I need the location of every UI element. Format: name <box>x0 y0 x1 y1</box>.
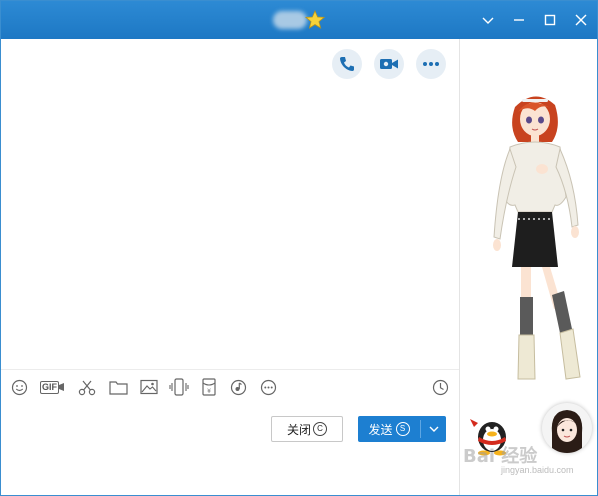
close-button[interactable]: 关闭 C <box>271 416 343 442</box>
more-icon <box>260 379 276 395</box>
close-icon[interactable] <box>571 10 591 30</box>
title-bar[interactable] <box>1 1 597 39</box>
clock-icon <box>432 379 448 395</box>
send-button-label: 发送 <box>368 422 393 437</box>
chat-window: GIF ¥ 关闭 C 发送 S Bai 经验 jingyan.baidu.com <box>0 0 598 496</box>
watermark-sub: jingyan.baidu.com <box>501 465 574 475</box>
more-actions-button[interactable] <box>416 49 446 79</box>
music-icon <box>230 379 246 395</box>
image-button[interactable] <box>139 378 159 396</box>
shake-icon <box>169 378 189 396</box>
avatar-show-figure[interactable] <box>480 87 590 387</box>
close-shortcut-badge: C <box>313 422 327 436</box>
shake-button[interactable] <box>169 378 189 396</box>
chevron-down-icon <box>429 426 438 432</box>
profile-sidebar <box>460 39 597 495</box>
send-main[interactable]: 发送 S <box>358 416 420 442</box>
gif-label: GIF <box>40 380 59 394</box>
screenshot-button[interactable] <box>77 378 97 396</box>
video-call-button[interactable] <box>374 49 404 79</box>
phone-icon <box>340 57 354 71</box>
phone-call-button[interactable] <box>332 49 362 79</box>
send-shortcut-badge: S <box>395 422 410 436</box>
svg-text:¥: ¥ <box>207 388 211 395</box>
close-button-label: 关闭 <box>286 422 311 437</box>
file-button[interactable] <box>108 378 128 396</box>
music-button[interactable] <box>228 378 248 396</box>
send-options-button[interactable] <box>421 416 446 442</box>
gif-icon: GIF <box>40 380 64 394</box>
scissors-icon <box>78 380 96 395</box>
chevron-down-icon[interactable] <box>478 10 498 30</box>
input-toolbar: GIF ¥ <box>1 369 459 404</box>
contact-avatar[interactable] <box>542 403 592 453</box>
folder-icon <box>108 381 128 395</box>
emoji-button[interactable] <box>9 378 29 396</box>
red-packet-icon: ¥ <box>202 378 216 396</box>
more-tools-button[interactable] <box>258 378 278 396</box>
history-button[interactable] <box>430 378 450 396</box>
more-icon <box>423 62 439 66</box>
maximize-icon[interactable] <box>540 10 560 30</box>
send-button[interactable]: 发送 S <box>358 416 446 442</box>
image-icon <box>140 379 158 395</box>
video-camera-icon <box>380 59 398 69</box>
star-icon <box>305 10 325 29</box>
emoji-icon <box>11 379 27 395</box>
contact-name-blurred <box>273 11 307 29</box>
gif-button[interactable]: GIF <box>40 378 64 396</box>
red-packet-button[interactable]: ¥ <box>199 378 219 396</box>
message-history[interactable] <box>1 87 459 369</box>
minimize-icon[interactable] <box>509 10 529 30</box>
